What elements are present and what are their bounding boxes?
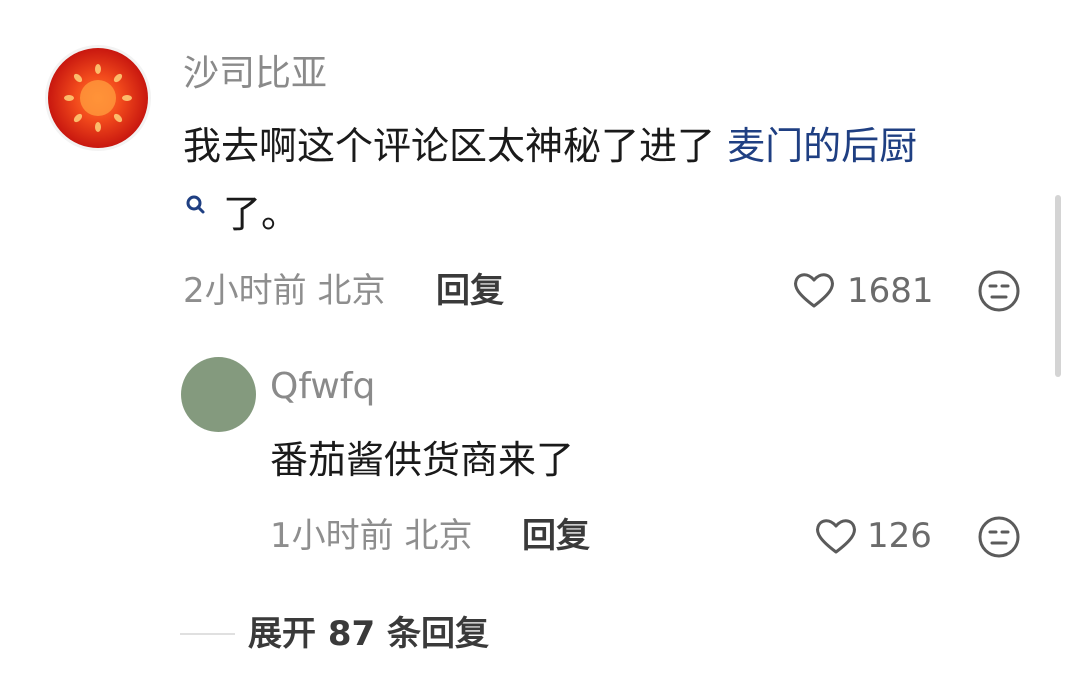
reply-reply-button[interactable]: 回复: [522, 515, 590, 557]
like-button[interactable]: [792, 270, 836, 314]
comment-location: 北京: [317, 271, 386, 311]
comment-thread: 沙司比亚 我去啊这个评论区太神秘了进了 麦门的后厨 了。 2小时前 北京 回复 …: [0, 0, 1079, 698]
avatar[interactable]: [45, 45, 151, 151]
comment-text: 我去啊这个评论区太神秘了进了: [183, 124, 728, 168]
expand-replies-button[interactable]: 展开 87 条回复: [248, 612, 489, 656]
comment-link[interactable]: 麦门的后厨: [727, 124, 917, 168]
reply-location: 北京: [404, 516, 473, 556]
scrollbar[interactable]: [1055, 195, 1061, 377]
comment-text-line2: 了。: [183, 190, 299, 238]
neutral-face-icon: [978, 516, 1020, 558]
reply-author[interactable]: Qfwfq: [270, 365, 375, 409]
dislike-button[interactable]: [976, 268, 1022, 318]
expand-divider: [180, 633, 235, 635]
reply-dislike-button[interactable]: [976, 514, 1022, 564]
reply-like-count: 126: [867, 516, 932, 556]
reply-avatar[interactable]: [181, 357, 256, 432]
reply-button[interactable]: 回复: [436, 270, 504, 312]
comment-meta: 2小时前 北京: [183, 270, 385, 312]
reply-meta: 1小时前 北京: [270, 515, 472, 557]
comment-text-end: 了。: [223, 192, 300, 236]
like-count: 1681: [847, 271, 934, 311]
comment-time: 2小时前: [183, 271, 307, 311]
comment-author[interactable]: 沙司比亚: [183, 52, 327, 96]
reply-like-button[interactable]: [814, 516, 858, 560]
search-icon[interactable]: [183, 193, 209, 219]
reply-time: 1小时前: [270, 516, 394, 556]
tomato-avatar-image: [48, 48, 148, 148]
neutral-face-icon: [978, 270, 1020, 312]
reply-text: 番茄酱供货商来了: [270, 438, 575, 482]
heart-outline-icon: [816, 519, 856, 554]
comment-text-line1: 我去啊这个评论区太神秘了进了 麦门的后厨: [183, 122, 917, 170]
heart-outline-icon: [794, 273, 834, 308]
